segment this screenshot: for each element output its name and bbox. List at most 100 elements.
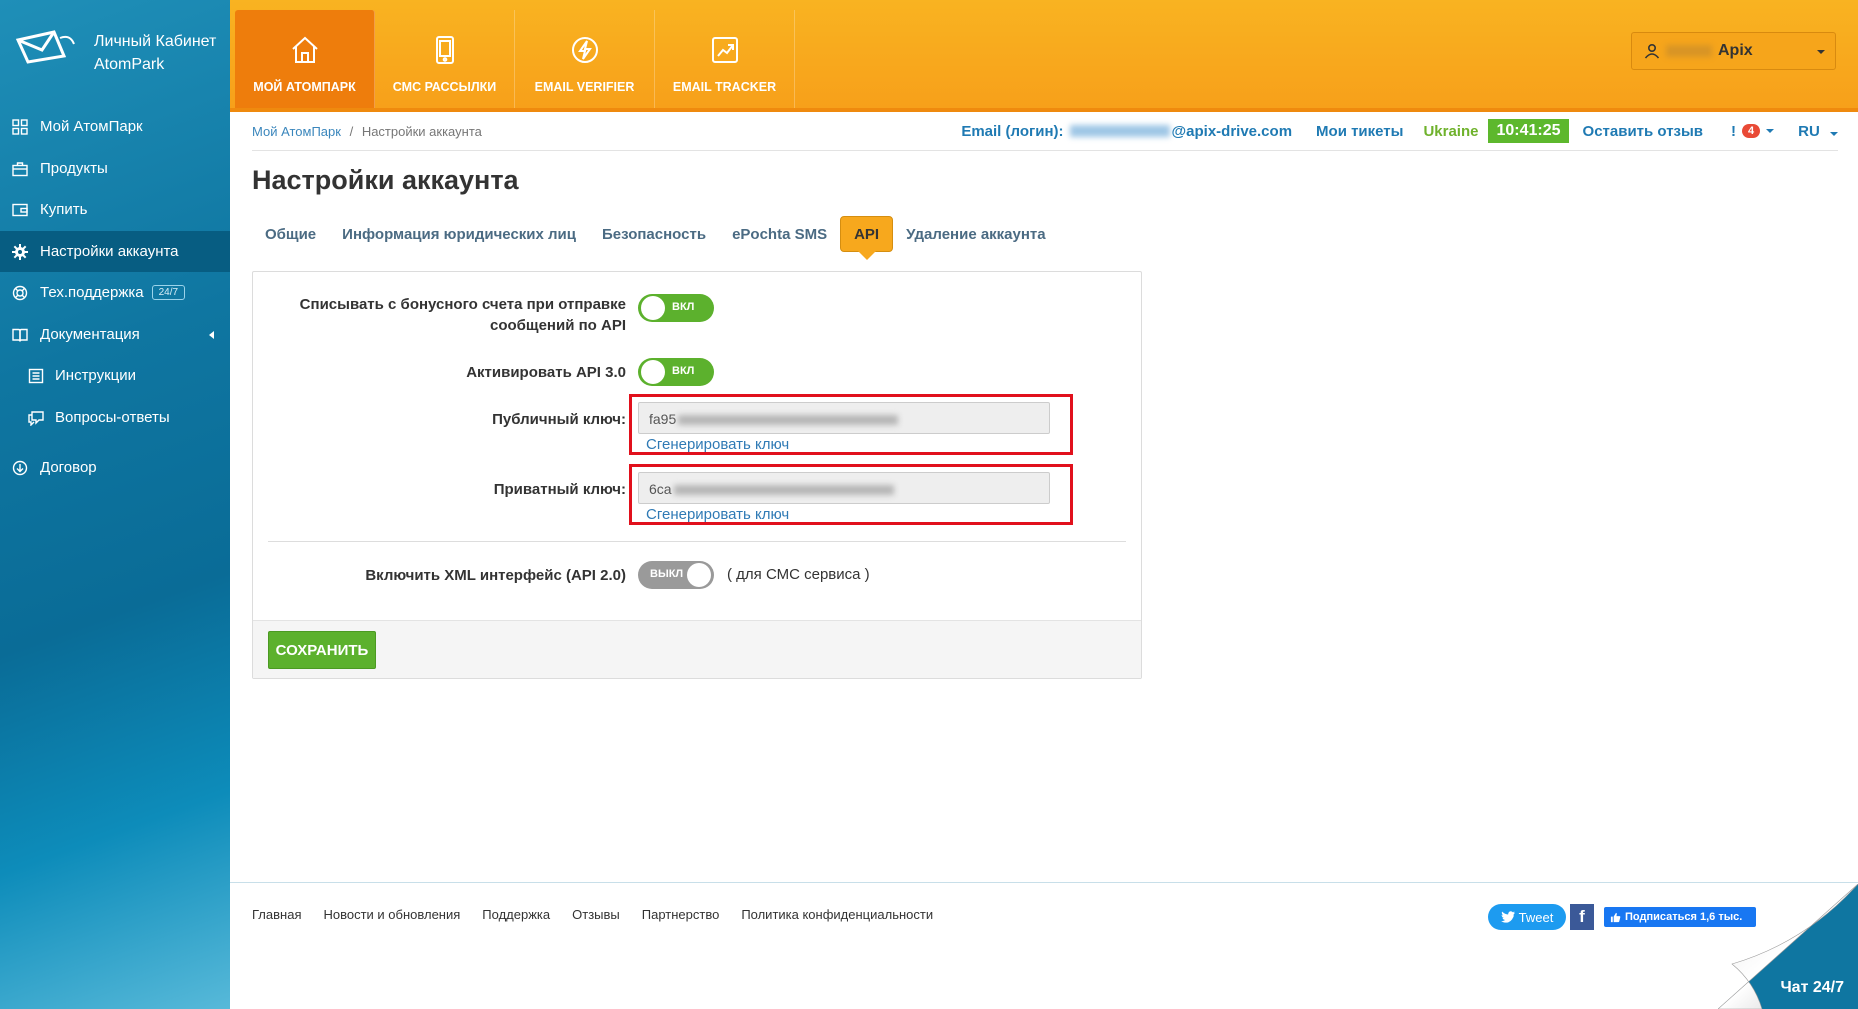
toggle-state: ВКЛ xyxy=(672,365,695,377)
sidebar-item-contract[interactable]: Договор xyxy=(0,447,230,489)
tab-api[interactable]: API xyxy=(840,216,894,260)
my-tickets-link[interactable]: Мои тикеты xyxy=(1316,123,1403,140)
facebook-icon[interactable]: f xyxy=(1570,904,1594,930)
xml-interface-toggle[interactable]: ВЫКЛ xyxy=(638,561,714,589)
phone-icon xyxy=(435,36,454,64)
private-key-label: Приватный ключ: xyxy=(493,481,626,498)
key-blurred xyxy=(678,415,899,426)
tab-security[interactable]: Безопасность xyxy=(589,216,719,252)
top-header: Мой АтомПарк СМС рассылки Email Verifier… xyxy=(230,0,1858,112)
user-name-blurred xyxy=(1666,45,1712,57)
api3-label: Активировать API 3.0 xyxy=(466,364,626,381)
sidebar-item-label: Мой АтомПарк xyxy=(40,118,143,136)
sidebar-item-faq[interactable]: Вопросы-ответы xyxy=(0,397,230,439)
sidebar-item-label: Договор xyxy=(40,459,97,477)
xml-interface-label: Включить XML интерфейс (API 2.0) xyxy=(365,567,626,584)
footer-links: Главная Новости и обновления Поддержка О… xyxy=(252,907,933,922)
user-menu[interactable]: Apix xyxy=(1631,32,1836,70)
panel-footer: Сохранить xyxy=(253,620,1141,678)
sidebar-item-label: Инструкции xyxy=(55,367,137,385)
footer-link-privacy[interactable]: Политика конфиденциальности xyxy=(741,907,933,922)
sidebar-item-my-atompark[interactable]: Мой АтомПарк xyxy=(0,106,230,148)
sidebar-item-buy[interactable]: Купить xyxy=(0,189,230,231)
bonus-account-label: Списывать с бонусного счета при отправке… xyxy=(300,294,626,336)
save-button[interactable]: Сохранить xyxy=(268,631,376,669)
wallet-icon xyxy=(12,203,28,217)
footer-link-home[interactable]: Главная xyxy=(252,907,301,922)
email-blurred xyxy=(1069,125,1170,137)
chevron-down-icon xyxy=(1817,50,1825,54)
sidebar-item-products[interactable]: Продукты xyxy=(0,148,230,190)
language-label: RU xyxy=(1798,122,1820,140)
language-select[interactable]: RU xyxy=(1798,123,1838,140)
book-icon xyxy=(12,328,28,342)
topnav-email-tracker[interactable]: Email Tracker xyxy=(655,10,795,108)
tab-general[interactable]: Общие xyxy=(252,216,329,252)
public-key-field[interactable]: fa95 xyxy=(638,402,1050,434)
footer-link-reviews[interactable]: Отзывы xyxy=(572,907,620,922)
feedback-link[interactable]: Оставить отзыв xyxy=(1583,123,1704,140)
breadcrumb-separator: / xyxy=(349,124,354,139)
gear-icon xyxy=(12,243,28,260)
sidebar-item-label: Тех.поддержка xyxy=(40,284,144,302)
download-icon xyxy=(12,460,28,476)
sidebar-item-label: Купить xyxy=(40,201,88,219)
list-icon xyxy=(28,368,44,384)
topnav-my-atompark[interactable]: Мой АтомПарк xyxy=(235,10,375,108)
grid-icon xyxy=(12,119,28,135)
sidebar-item-label: Документация xyxy=(40,325,140,343)
sidebar-item-support[interactable]: Тех.поддержка 24/7 xyxy=(0,272,230,314)
key-blurred xyxy=(673,485,894,496)
logo-line2: AtomPark xyxy=(94,56,165,73)
toggle-knob xyxy=(641,360,665,384)
twitter-bird-icon xyxy=(1500,911,1515,923)
tab-delete-account[interactable]: Удаление аккаунта xyxy=(893,216,1059,252)
topnav-email-verifier[interactable]: Email Verifier xyxy=(515,10,655,108)
toggle-state: ВКЛ xyxy=(672,301,695,313)
footer-link-news[interactable]: Новости и обновления xyxy=(323,907,460,922)
sidebar: Личный Кабинет AtomPark Мой АтомПарк Про… xyxy=(0,0,230,1009)
chat-icon xyxy=(28,410,44,426)
thumbs-up-icon xyxy=(1610,912,1621,922)
sidebar-item-label: Продукты xyxy=(40,159,108,177)
clock: 10:41:25 xyxy=(1488,119,1569,143)
bonus-account-toggle[interactable]: ВКЛ xyxy=(638,294,714,322)
account-info-bar: Email (логин): @apix-drive.com Мои тикет… xyxy=(961,119,1838,143)
private-key-field[interactable]: 6ca xyxy=(638,472,1050,504)
chevron-down-icon xyxy=(1830,131,1838,136)
public-key-value: fa95 xyxy=(649,411,677,427)
support-badge: 24/7 xyxy=(151,285,186,301)
toggle-knob xyxy=(687,563,711,587)
bonus-label-line1: Списывать с бонусного счета при отправке xyxy=(299,296,626,313)
notifications-button[interactable]: ! 4 xyxy=(1731,123,1775,140)
api3-toggle[interactable]: ВКЛ xyxy=(638,358,714,386)
breadcrumb-home[interactable]: Мой АтомПарк xyxy=(252,124,341,139)
tweet-label: Tweet xyxy=(1518,909,1554,925)
footer-link-support[interactable]: Поддержка xyxy=(482,907,550,922)
tab-legal-entities[interactable]: Информация юридических лиц xyxy=(329,216,589,252)
xml-interface-note: ( для СМС сервиса ) xyxy=(727,566,870,583)
logo[interactable]: Личный Кабинет AtomPark xyxy=(14,26,224,86)
chat-widget[interactable]: Чат 24/7 xyxy=(1718,884,1858,1009)
breadcrumb: Мой АтомПарк / Настройки аккаунта xyxy=(252,124,482,139)
envelope-logo-icon xyxy=(15,30,75,64)
tab-epochta-sms[interactable]: ePochta SMS xyxy=(719,216,840,252)
chart-up-icon xyxy=(711,37,738,63)
sidebar-item-account-settings[interactable]: Настройки аккаунта xyxy=(0,230,230,272)
topnav-sms[interactable]: СМС рассылки xyxy=(375,10,515,108)
generate-private-key-link[interactable]: Сгенерировать ключ xyxy=(646,506,789,523)
topnav-label: СМС рассылки xyxy=(392,80,497,94)
chevron-down-icon xyxy=(1766,129,1775,133)
sidebar-item-instructions[interactable]: Инструкции xyxy=(0,355,230,397)
generate-public-key-link[interactable]: Сгенерировать ключ xyxy=(646,436,789,453)
api-settings-panel: Списывать с бонусного счета при отправке… xyxy=(252,271,1142,679)
page-title: Настройки аккаунта xyxy=(252,165,519,195)
footer-link-partnership[interactable]: Партнерство xyxy=(642,907,720,922)
tweet-button[interactable]: Tweet xyxy=(1488,904,1566,930)
collapse-arrow-icon[interactable] xyxy=(209,330,214,339)
sidebar-item-documentation[interactable]: Документация xyxy=(0,314,230,356)
home-icon xyxy=(291,36,318,63)
sidebar-item-label: Вопросы-ответы xyxy=(55,408,170,426)
public-key-label: Публичный ключ: xyxy=(492,411,626,428)
breadcrumb-current: Настройки аккаунта xyxy=(361,124,482,139)
